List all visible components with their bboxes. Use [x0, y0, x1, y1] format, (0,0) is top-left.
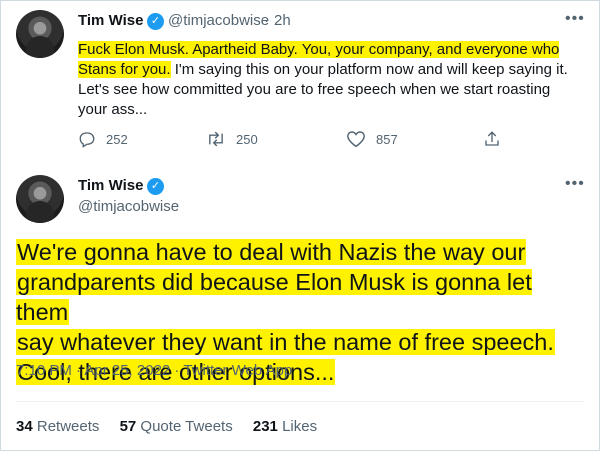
verified-badge-icon: ✓: [147, 178, 164, 195]
retweet-count: 250: [236, 131, 258, 147]
retweet-icon: [209, 131, 223, 147]
quote-tweets-stat[interactable]: 57 Quote Tweets: [120, 418, 233, 435]
separator: ·: [264, 12, 269, 29]
likes-count: 231: [252, 418, 278, 435]
reply-button[interactable]: 252: [78, 130, 128, 148]
reply-count: 252: [106, 131, 128, 147]
heart-icon: [347, 131, 365, 148]
retweets-stat[interactable]: 34 Retweets: [16, 418, 99, 435]
tweet-text-line: grandparents did because Elon Musk is go…: [16, 269, 532, 325]
retweets-label: Retweets: [36, 418, 100, 435]
more-options-icon[interactable]: •••: [565, 10, 585, 28]
quote-tweets-label: Quote Tweets: [140, 418, 233, 435]
likes-label: Likes: [282, 418, 318, 435]
retweet-button[interactable]: 250: [206, 130, 258, 148]
tweet-text-line: We're gonna have to deal with Nazis the …: [16, 239, 527, 265]
quote-tweets-count: 57: [119, 418, 137, 435]
handle[interactable]: @timjacobwise: [78, 198, 179, 215]
avatar[interactable]: [16, 175, 64, 223]
timestamp-relative[interactable]: 2h: [274, 12, 291, 29]
like-button[interactable]: 857: [346, 130, 398, 148]
share-button[interactable]: [483, 130, 501, 148]
engagement-stats: 34 Retweets 57 Quote Tweets 231 Likes: [16, 418, 333, 435]
display-name[interactable]: Tim Wise: [78, 12, 143, 29]
divider: [16, 401, 584, 402]
retweets-count: 34: [16, 418, 33, 435]
verified-badge-icon: ✓: [147, 13, 164, 30]
share-icon: [485, 131, 499, 146]
handle[interactable]: @timjacobwise: [168, 12, 269, 29]
avatar[interactable]: [16, 10, 64, 58]
like-count: 857: [376, 131, 398, 147]
tweet-text: Fuck Elon Musk. Apartheid Baby. You, you…: [78, 40, 578, 120]
likes-stat[interactable]: 231 Likes: [253, 418, 317, 435]
reply-icon: [79, 132, 95, 148]
tweet-timestamp[interactable]: 7:10 PM · Apr 25, 2022 · Twitter Web App: [16, 362, 292, 379]
more-options-icon[interactable]: •••: [565, 175, 585, 193]
tweet-text-line: say whatever they want in the name of fr…: [16, 329, 555, 355]
display-name[interactable]: Tim Wise: [78, 177, 143, 194]
